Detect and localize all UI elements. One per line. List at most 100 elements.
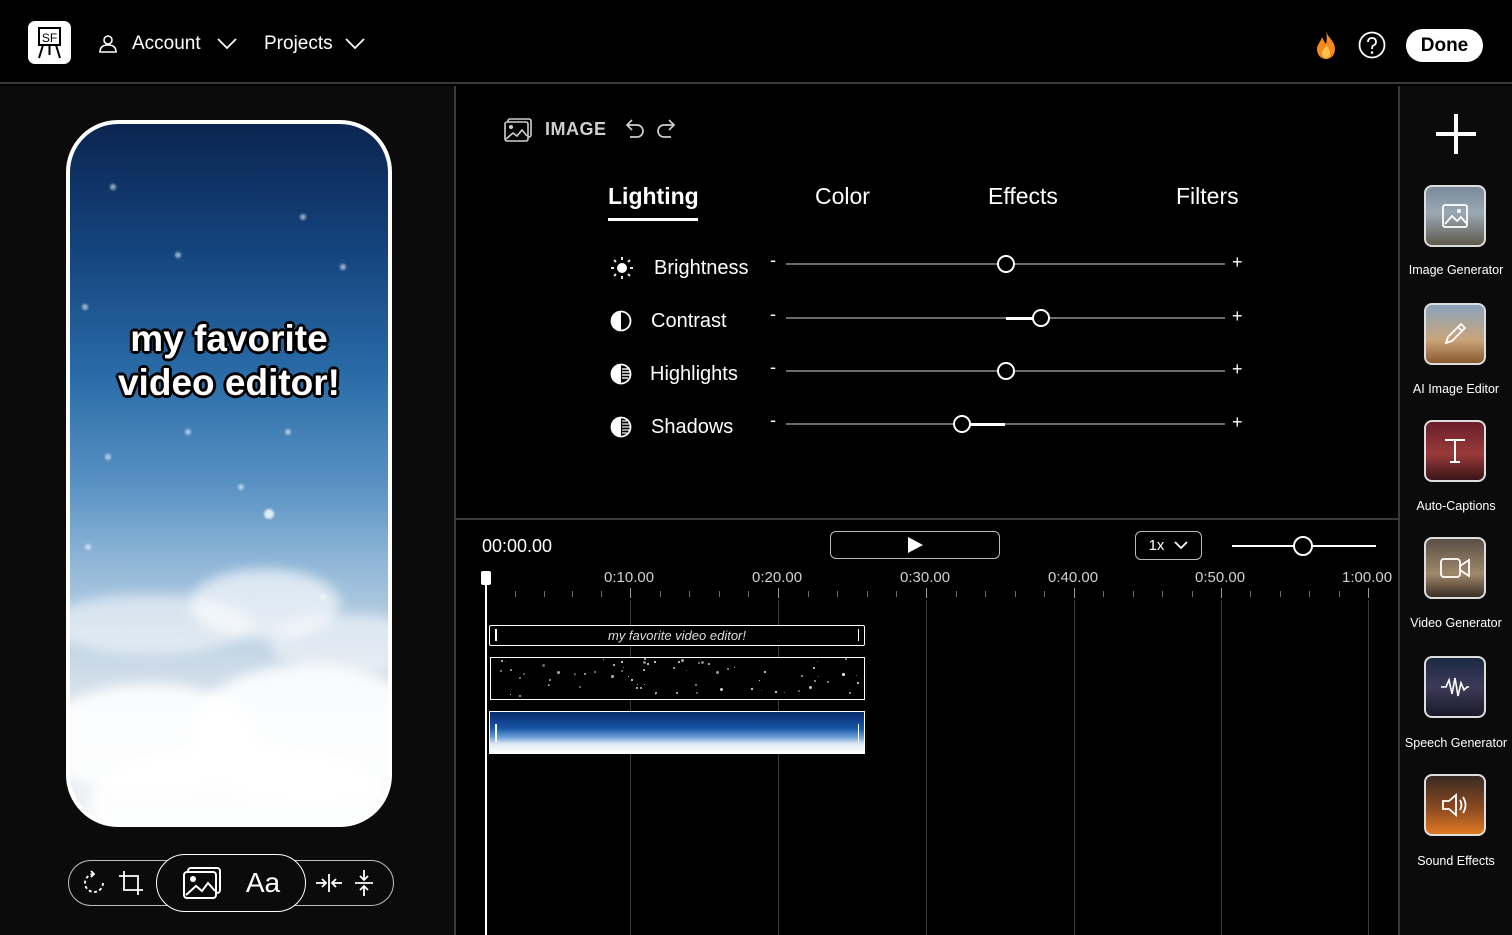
logo-easel-icon[interactable]: SF xyxy=(28,21,71,64)
tool-label: Auto-Captions xyxy=(1416,499,1496,513)
tool-ai-image-editor[interactable] xyxy=(1424,303,1486,365)
chevron-down-icon xyxy=(1174,541,1189,550)
star-particle xyxy=(623,667,624,668)
slider-thumb[interactable] xyxy=(996,255,1015,273)
speed-value: 1x xyxy=(1148,537,1165,554)
slider-track[interactable] xyxy=(786,423,1225,425)
tool-auto-captions[interactable] xyxy=(1424,420,1486,482)
star-particle xyxy=(654,661,656,663)
rotate-icon[interactable] xyxy=(80,869,108,897)
chevron-down-icon xyxy=(345,38,365,50)
ruler-minor-tick xyxy=(866,591,868,597)
tool-image-generator[interactable] xyxy=(1424,185,1486,247)
ruler-major-tick xyxy=(926,588,927,598)
add-icon[interactable] xyxy=(1432,110,1480,158)
image-icon xyxy=(1426,187,1484,245)
star-particle xyxy=(644,684,645,685)
increase-button[interactable]: + xyxy=(1232,306,1243,327)
increase-button[interactable]: + xyxy=(1232,359,1243,380)
tool-video-generator[interactable] xyxy=(1424,537,1486,599)
user-icon xyxy=(98,34,118,54)
star-particle xyxy=(500,670,502,672)
star-particle xyxy=(695,684,697,686)
slider-thumb[interactable] xyxy=(996,362,1015,380)
star-particle xyxy=(845,658,847,660)
playhead-handle[interactable] xyxy=(481,571,491,585)
star-particle xyxy=(637,684,638,685)
playhead[interactable] xyxy=(485,578,487,935)
highlights-label: Highlights xyxy=(650,363,738,385)
tool-sound-effects[interactable] xyxy=(1424,774,1486,836)
star-particle xyxy=(849,692,851,694)
star-particle xyxy=(701,661,704,664)
image-icon[interactable] xyxy=(182,865,222,901)
undo-icon[interactable] xyxy=(622,118,646,140)
tab-effects[interactable]: Effects xyxy=(988,183,1058,210)
ruler-minor-tick xyxy=(1191,591,1193,597)
star-particle xyxy=(727,668,729,670)
caption-line: my favorite xyxy=(130,318,328,359)
projects-menu[interactable]: Projects xyxy=(264,30,365,58)
help-icon[interactable] xyxy=(1358,31,1386,59)
fit-horizontal-icon[interactable] xyxy=(314,869,344,897)
decrease-button[interactable]: - xyxy=(770,250,776,271)
ruler-major-tick xyxy=(1221,588,1222,598)
video-clip[interactable] xyxy=(489,711,865,754)
tab-color[interactable]: Color xyxy=(815,183,870,210)
fit-vertical-icon[interactable] xyxy=(350,868,378,898)
overlay-clip[interactable] xyxy=(490,657,865,700)
star-particle xyxy=(696,692,698,694)
star-particle xyxy=(761,690,762,691)
clip-trim-handle[interactable] xyxy=(857,629,859,641)
done-button[interactable]: Done xyxy=(1406,29,1483,62)
projects-label: Projects xyxy=(264,33,333,54)
text-icon[interactable]: Aa xyxy=(240,866,286,900)
tool-label: AI Image Editor xyxy=(1412,382,1500,396)
decrease-button[interactable]: - xyxy=(770,357,776,378)
flame-icon[interactable] xyxy=(1314,30,1338,60)
ruler-major-tick xyxy=(1074,588,1075,598)
star-particle xyxy=(643,661,646,664)
increase-button[interactable]: + xyxy=(1232,252,1243,273)
text-clip-label: my favorite video editor! xyxy=(607,628,746,643)
ruler-minor-tick xyxy=(896,591,898,597)
clip-trim-handle[interactable] xyxy=(857,724,859,742)
tab-lighting[interactable]: Lighting xyxy=(608,183,699,210)
ruler-minor-tick xyxy=(659,591,661,597)
caption-overlay[interactable]: my favorite video editor! xyxy=(70,317,388,405)
adjustments-panel xyxy=(456,86,1398,519)
star-particle xyxy=(549,679,551,681)
increase-button[interactable]: + xyxy=(1232,412,1243,433)
timeline-gridline xyxy=(1074,600,1075,935)
slider-thumb[interactable] xyxy=(952,415,971,433)
star-particle xyxy=(574,673,576,675)
video-preview[interactable]: my favorite video editor! xyxy=(66,120,392,827)
clip-trim-handle[interactable] xyxy=(495,629,497,641)
time-tick-label: 0:50.00 xyxy=(1195,569,1246,586)
redo-icon[interactable] xyxy=(655,118,679,140)
zoom-slider-thumb[interactable] xyxy=(1293,536,1313,556)
clip-trim-handle[interactable] xyxy=(495,724,497,742)
shadows-label: Shadows xyxy=(651,416,734,438)
tool-label: Sound Effects xyxy=(1417,854,1495,868)
active-tab-indicator xyxy=(608,218,698,221)
slider-thumb[interactable] xyxy=(1031,309,1050,327)
decrease-button[interactable]: - xyxy=(770,304,776,325)
star-particle xyxy=(510,694,511,695)
star-particle xyxy=(856,675,857,676)
crop-icon[interactable] xyxy=(117,869,145,897)
star-particle xyxy=(613,664,615,666)
decrease-button[interactable]: - xyxy=(770,410,776,431)
star-particle xyxy=(640,687,642,689)
ruler-minor-tick xyxy=(807,591,809,597)
text-clip[interactable]: my favorite video editor! xyxy=(489,625,865,646)
star-particle xyxy=(574,675,575,676)
ruler-major-tick xyxy=(1368,588,1369,598)
speed-select[interactable]: 1x xyxy=(1135,531,1202,560)
tab-filters[interactable]: Filters xyxy=(1176,183,1239,210)
play-button[interactable] xyxy=(830,531,1000,559)
star-particle xyxy=(698,662,700,664)
account-menu[interactable]: Account xyxy=(98,30,237,58)
star-particle xyxy=(505,661,506,662)
tool-speech-generator[interactable] xyxy=(1424,656,1486,718)
